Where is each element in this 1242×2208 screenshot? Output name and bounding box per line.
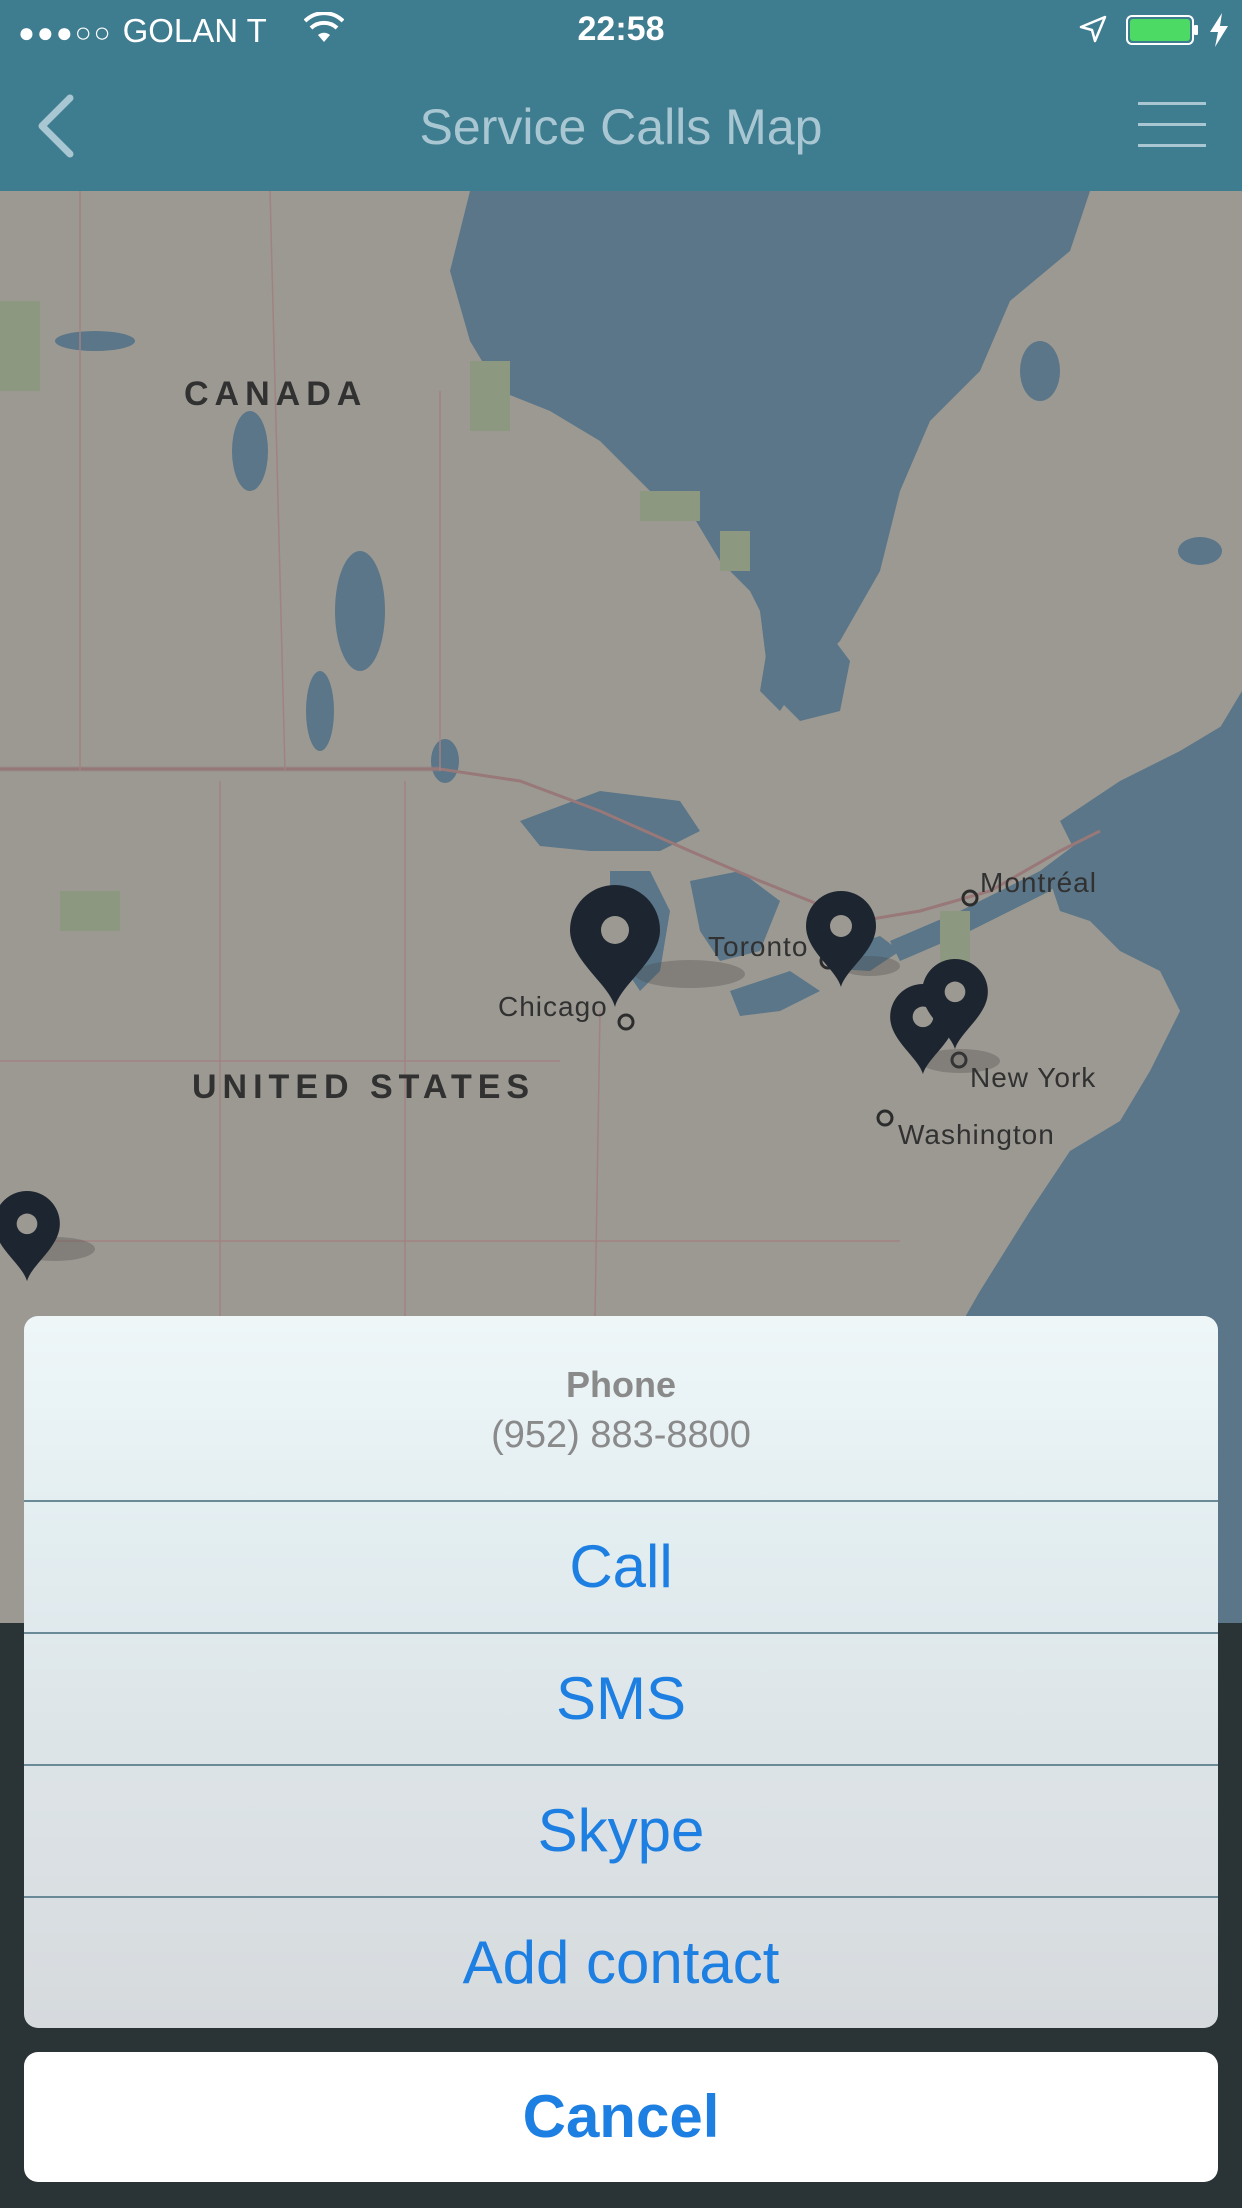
status-time: 22:58 (577, 10, 665, 48)
skype-button[interactable]: Skype (24, 1766, 1218, 1898)
call-button[interactable]: Call (24, 1502, 1218, 1634)
action-sheet: Phone (952) 883-8800 Call SMS Skype Add … (24, 1316, 1218, 2028)
action-sheet-header: Phone (952) 883-8800 (24, 1316, 1218, 1502)
battery-icon (1126, 15, 1198, 45)
sms-button[interactable]: SMS (24, 1634, 1218, 1766)
location-arrow-icon (1079, 15, 1107, 43)
charging-bolt-icon (1210, 13, 1228, 47)
cancel-button[interactable]: Cancel (24, 2052, 1218, 2182)
status-bar: ●●●○○ GOLAN T 22:58 (0, 0, 1242, 62)
page-title: Service Calls Map (419, 99, 823, 155)
action-sheet-phone-number: (952) 883-8800 (491, 1414, 751, 1456)
hamburger-menu-icon[interactable] (1138, 98, 1206, 152)
action-sheet-title: Phone (565, 1364, 676, 1405)
top-bar: ●●●○○ GOLAN T 22:58 Service Calls Map (0, 0, 1242, 191)
navigation-bar: Service Calls Map (0, 62, 1242, 191)
add-contact-button[interactable]: Add contact (24, 1898, 1218, 2028)
